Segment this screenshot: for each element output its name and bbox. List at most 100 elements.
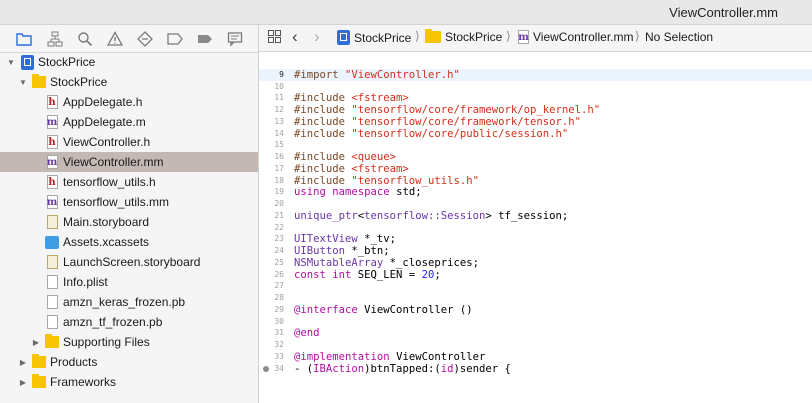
- code-line[interactable]: 26 const int SEQ_LEN = 20;: [259, 269, 812, 281]
- file-tree-item[interactable]: Main.storyboard: [0, 212, 258, 232]
- code-line[interactable]: 12 #include "tensorflow/core/framework/op…: [259, 104, 812, 116]
- code-token: )btnTapped:(: [364, 362, 441, 375]
- file-tree-item[interactable]: h ViewController.h: [0, 132, 258, 152]
- code-text: UIButton *_btn;: [294, 245, 390, 257]
- code-line[interactable]: 13 #include "tensorflow/core/framework/te…: [259, 116, 812, 128]
- code-line[interactable]: 27: [259, 280, 812, 292]
- code-token: #include: [294, 151, 352, 163]
- search-icon[interactable]: [76, 30, 94, 48]
- jumpbar-crumb-project[interactable]: StockPrice: [337, 30, 411, 45]
- file-tree-item-label: tensorflow_utils.h: [63, 175, 156, 189]
- code-line[interactable]: 15: [259, 139, 812, 151]
- file-tree-item[interactable]: m tensorflow_utils.mm: [0, 192, 258, 212]
- code-line[interactable]: 14 #include "tensorflow/core/public/sessi…: [259, 128, 812, 140]
- crumb-separator-icon: ⟩: [506, 29, 511, 43]
- header-file-icon: h: [46, 135, 58, 149]
- jumpbar-crumb-file[interactable]: m ViewController.mm: [518, 30, 633, 44]
- warning-icon[interactable]: [106, 30, 124, 48]
- file-tree-item[interactable]: ▼ StockPrice: [0, 52, 258, 72]
- code-text: #include "tensorflow/core/framework/tens…: [294, 116, 581, 128]
- jump-bar: ‹ › StockPrice ⟩ StockPrice ⟩ m ViewCont…: [259, 25, 812, 52]
- code-text: #include <queue>: [294, 151, 396, 163]
- code-line[interactable]: 30: [259, 316, 812, 328]
- code-token: ViewController (): [364, 303, 473, 316]
- back-arrow-icon[interactable]: ‹: [292, 27, 298, 47]
- forward-arrow-icon[interactable]: ›: [314, 27, 320, 47]
- file-tree-item[interactable]: m ViewController.mm: [0, 152, 258, 172]
- related-items-icon[interactable]: [268, 30, 281, 43]
- code-line[interactable]: 32: [259, 339, 812, 351]
- code-line[interactable]: 22: [259, 222, 812, 234]
- code-line[interactable]: 34- (IBAction)btnTapped:(id)sender {: [259, 363, 812, 375]
- code-line[interactable]: 10: [259, 81, 812, 93]
- breakpoint-marker-icon[interactable]: [263, 365, 269, 372]
- file-tree-item[interactable]: ▶ Frameworks: [0, 372, 258, 392]
- code-token: #include: [294, 104, 352, 116]
- disclosure-open-icon[interactable]: ▼: [6, 57, 16, 67]
- comment-icon[interactable]: [226, 30, 244, 48]
- code-token: <fstream>: [351, 162, 409, 175]
- line-number: 25: [274, 257, 284, 267]
- crumb-label: No Selection: [645, 30, 714, 44]
- line-number: 20: [274, 199, 284, 208]
- code-line[interactable]: 16 #include <queue>: [259, 151, 812, 163]
- disclosure-open-icon[interactable]: ▼: [18, 77, 28, 87]
- file-tree-item-label: Supporting Files: [63, 335, 150, 349]
- code-line[interactable]: [259, 54, 812, 66]
- file-tree-item[interactable]: Assets.xcassets: [0, 232, 258, 252]
- code-line[interactable]: 28: [259, 292, 812, 304]
- file-tree-item[interactable]: h tensorflow_utils.h: [0, 172, 258, 192]
- jumpbar-crumb-symbol[interactable]: No Selection: [645, 30, 713, 44]
- file-tree-item[interactable]: LaunchScreen.storyboard: [0, 252, 258, 272]
- code-token: "tensorflow/core/public/session.h": [351, 127, 569, 140]
- folder-icon: [32, 74, 46, 90]
- code-text: #include <fstream>: [294, 92, 409, 104]
- file-tree-item[interactable]: ▶ Products: [0, 352, 258, 372]
- file-tree-item[interactable]: amzn_keras_frozen.pb: [0, 292, 258, 312]
- file-tree-item-label: Main.storyboard: [63, 215, 150, 229]
- code-line[interactable]: 21 unique_ptr<tensorflow::Session> tf_ses…: [259, 210, 812, 222]
- code-line[interactable]: 11 #include <fstream>: [259, 92, 812, 104]
- source-editor[interactable]: 9 #import "ViewController.h" 10 11 #include …: [259, 52, 812, 403]
- code-line[interactable]: 25 NSMutableArray *_closeprices;: [259, 257, 812, 269]
- code-line[interactable]: 33 @implementation ViewController: [259, 351, 812, 363]
- file-tree-item[interactable]: Info.plist: [0, 272, 258, 292]
- code-line[interactable]: 29 @interface ViewController (): [259, 304, 812, 316]
- file-tree-item[interactable]: m AppDelegate.m: [0, 112, 258, 132]
- file-tree-item[interactable]: ▶ Supporting Files: [0, 332, 258, 352]
- code-line[interactable]: 17 #include <fstream>: [259, 163, 812, 175]
- code-token: SEQ_LEN =: [357, 268, 422, 281]
- code-line[interactable]: 23 UITextView *_tv;: [259, 233, 812, 245]
- code-token: tensorflow::Session: [364, 209, 486, 222]
- code-line[interactable]: 19 using namespace std;: [259, 186, 812, 198]
- code-line[interactable]: 31 @end: [259, 327, 812, 339]
- code-token: using namespace: [294, 186, 397, 199]
- code-line[interactable]: 18 #include "tensorflow_utils.h": [259, 175, 812, 187]
- code-token: UITextView: [294, 233, 358, 246]
- folder-icon[interactable]: [15, 30, 33, 48]
- hierarchy-icon[interactable]: [46, 30, 64, 48]
- disclosure-closed-icon[interactable]: ▶: [31, 337, 41, 347]
- code-text: UITextView *_tv;: [294, 233, 396, 245]
- diamond-icon[interactable]: [136, 30, 154, 48]
- line-number: 18: [274, 175, 284, 185]
- file-tree-item[interactable]: h AppDelegate.h: [0, 92, 258, 112]
- file-tree-item[interactable]: amzn_tf_frozen.pb: [0, 312, 258, 332]
- line-number: 9: [279, 69, 284, 79]
- tag-icon[interactable]: [196, 30, 214, 48]
- code-token: )sender {: [453, 362, 511, 375]
- code-line[interactable]: 9 #import "ViewController.h": [259, 68, 812, 81]
- code-token: #include: [294, 174, 352, 187]
- disclosure-closed-icon[interactable]: ▶: [18, 377, 28, 387]
- code-line[interactable]: 20: [259, 198, 812, 210]
- code-token: "ViewController.h": [345, 68, 460, 81]
- jumpbar-crumb-group[interactable]: StockPrice: [425, 29, 502, 44]
- file-tree-item-label: Assets.xcassets: [63, 235, 150, 249]
- folder-icon: [425, 29, 441, 43]
- disclosure-closed-icon[interactable]: ▶: [18, 357, 28, 367]
- breakpoint-icon[interactable]: [166, 30, 184, 48]
- line-number: 27: [274, 281, 284, 291]
- file-tree-item[interactable]: ▼ StockPrice: [0, 72, 258, 92]
- source-file-icon: m: [46, 195, 58, 209]
- code-line[interactable]: 24 UIButton *_btn;: [259, 245, 812, 257]
